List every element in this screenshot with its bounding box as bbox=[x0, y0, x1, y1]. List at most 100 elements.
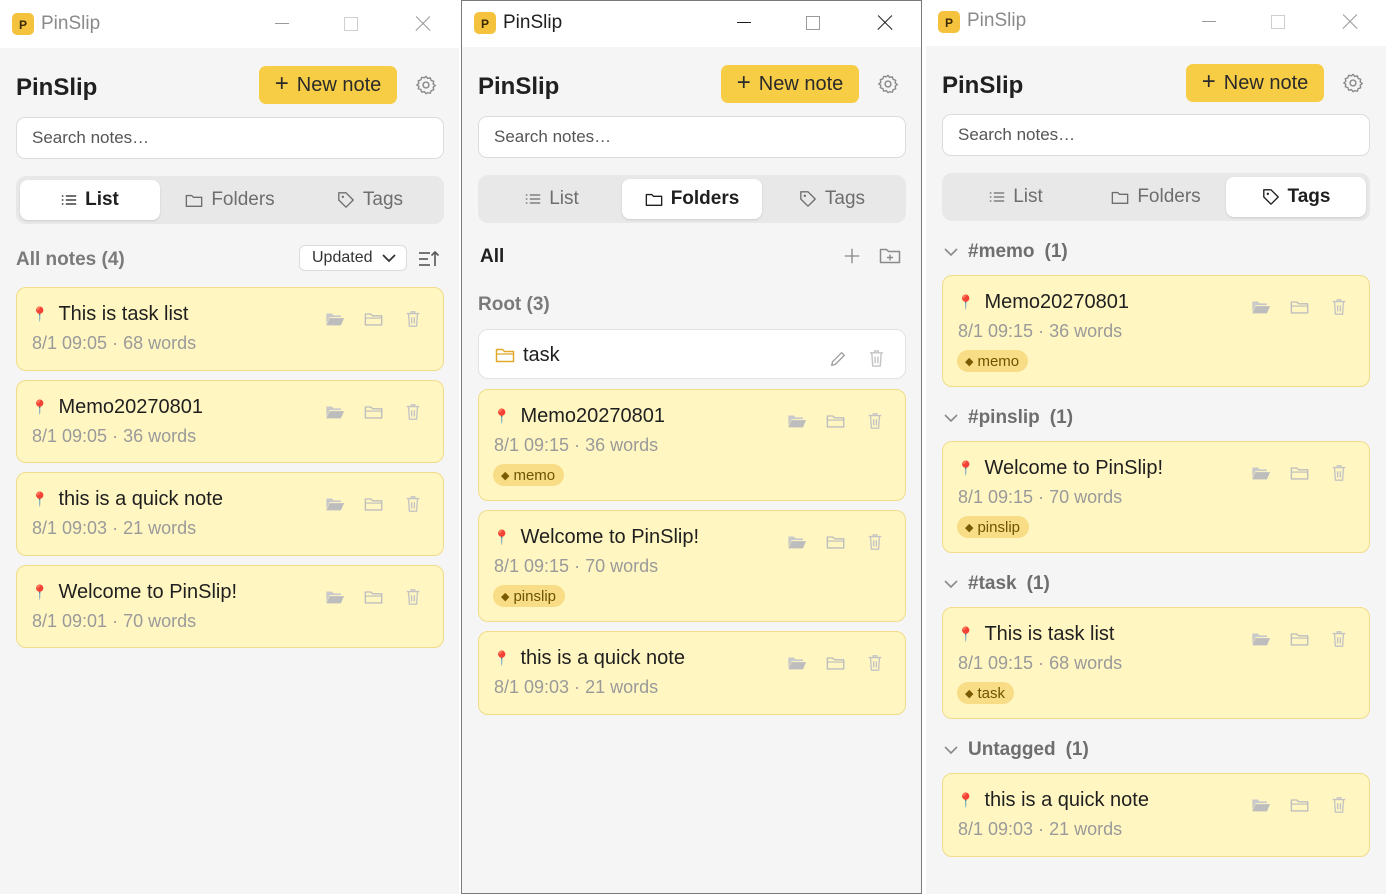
note-card[interactable]: 📍 Welcome to PinSlip! 8/1 09:15 · 70 word… bbox=[942, 441, 1370, 553]
tag-chip[interactable]: ◆ memo bbox=[957, 350, 1029, 372]
open-folder-icon[interactable] bbox=[325, 403, 345, 421]
note-card[interactable]: 📍 Welcome to PinSlip! 8/1 09:01 · 70 word… bbox=[16, 565, 444, 648]
open-folder-icon[interactable] bbox=[1251, 298, 1271, 316]
move-to-folder-icon[interactable] bbox=[1290, 298, 1310, 316]
trash-icon[interactable] bbox=[403, 403, 423, 421]
tab-tags[interactable]: Tags bbox=[300, 180, 440, 220]
tag-group-header[interactable]: #task (1) bbox=[944, 573, 1050, 595]
note-card[interactable]: 📍 Memo20270801 8/1 09:05 · 36 words bbox=[16, 380, 444, 463]
title-bar: P PinSlip bbox=[462, 1, 921, 47]
move-to-folder-icon[interactable] bbox=[364, 588, 384, 606]
trash-icon[interactable] bbox=[403, 588, 423, 606]
move-to-folder-icon[interactable] bbox=[1290, 630, 1310, 648]
maximize-button[interactable] bbox=[1262, 8, 1294, 36]
tag-group-header[interactable]: #pinslip (1) bbox=[944, 407, 1073, 429]
move-to-folder-icon[interactable] bbox=[364, 310, 384, 328]
tab-list[interactable]: List bbox=[946, 177, 1086, 217]
new-note-button[interactable]: + New note bbox=[259, 66, 397, 104]
move-to-folder-icon[interactable] bbox=[826, 654, 846, 672]
pin-icon: 📍 bbox=[493, 408, 511, 424]
app-header: PinSlip + New note bbox=[926, 46, 1386, 114]
note-title-text: Memo20270801 bbox=[984, 291, 1129, 313]
move-to-folder-icon[interactable] bbox=[1290, 796, 1310, 814]
note-title: 📍 this is a quick note bbox=[957, 789, 1149, 812]
minimize-button[interactable] bbox=[729, 9, 761, 37]
note-card[interactable]: 📍 this is a quick note 8/1 09:03 · 21 wor… bbox=[942, 773, 1370, 857]
tab-folders[interactable]: Folders bbox=[1086, 177, 1226, 217]
close-button[interactable] bbox=[869, 9, 901, 37]
note-title: 📍 Welcome to PinSlip! bbox=[957, 457, 1163, 480]
folder-row-task[interactable]: task bbox=[478, 329, 906, 379]
trash-icon[interactable] bbox=[868, 349, 885, 368]
search-input[interactable]: Search notes… bbox=[942, 114, 1370, 156]
trash-icon[interactable] bbox=[865, 654, 885, 672]
tab-tags[interactable]: Tags bbox=[762, 179, 902, 219]
note-title: 📍 Memo20270801 bbox=[957, 291, 1129, 314]
sort-select[interactable]: Updated bbox=[299, 245, 407, 271]
tab-tags[interactable]: Tags bbox=[1226, 177, 1366, 217]
sort-value: Updated bbox=[312, 249, 373, 266]
minimize-button[interactable] bbox=[1194, 8, 1226, 36]
close-button[interactable] bbox=[407, 10, 439, 38]
new-note-button[interactable]: + New note bbox=[721, 65, 859, 103]
trash-icon[interactable] bbox=[403, 495, 423, 513]
tag-group-header[interactable]: Untagged (1) bbox=[944, 739, 1089, 761]
tab-folders[interactable]: Folders bbox=[160, 180, 300, 220]
note-card[interactable]: 📍 Memo20270801 8/1 09:15 · 36 words ◆ memo bbox=[942, 275, 1370, 387]
move-to-folder-icon[interactable] bbox=[1290, 464, 1310, 482]
close-button[interactable] bbox=[1334, 8, 1366, 36]
move-to-folder-icon[interactable] bbox=[364, 403, 384, 421]
open-folder-icon[interactable] bbox=[1251, 630, 1271, 648]
open-folder-icon[interactable] bbox=[787, 654, 807, 672]
open-folder-icon[interactable] bbox=[787, 533, 807, 551]
note-card[interactable]: 📍 Memo20270801 8/1 09:15 · 36 words ◆ memo bbox=[478, 389, 906, 501]
move-to-folder-icon[interactable] bbox=[826, 412, 846, 430]
settings-gear-icon[interactable] bbox=[877, 73, 899, 95]
add-plus-icon[interactable] bbox=[843, 247, 861, 265]
tag-group-header[interactable]: #memo (1) bbox=[944, 241, 1068, 263]
trash-icon[interactable] bbox=[1329, 630, 1349, 648]
open-folder-icon[interactable] bbox=[1251, 796, 1271, 814]
trash-icon[interactable] bbox=[865, 533, 885, 551]
search-input[interactable]: Search notes… bbox=[16, 117, 444, 159]
tag-chip[interactable]: ◆ pinslip bbox=[493, 585, 565, 607]
tag-chip[interactable]: ◆ pinslip bbox=[957, 516, 1029, 538]
move-to-folder-icon[interactable] bbox=[826, 533, 846, 551]
pin-icon: 📍 bbox=[493, 529, 511, 545]
new-folder-icon[interactable] bbox=[879, 247, 901, 265]
minimize-button[interactable] bbox=[267, 10, 299, 38]
open-folder-icon[interactable] bbox=[325, 588, 345, 606]
tag-chip[interactable]: ◆ memo bbox=[493, 464, 565, 486]
tab-list[interactable]: List bbox=[482, 179, 622, 219]
tag-chip[interactable]: ◆ task bbox=[957, 682, 1014, 704]
settings-gear-icon[interactable] bbox=[415, 74, 437, 96]
maximize-button[interactable] bbox=[797, 9, 829, 37]
trash-icon[interactable] bbox=[1329, 796, 1349, 814]
rename-pencil-icon[interactable] bbox=[829, 350, 847, 368]
trash-icon[interactable] bbox=[403, 310, 423, 328]
tab-folders[interactable]: Folders bbox=[622, 179, 762, 219]
note-card[interactable]: 📍 This is task list 8/1 09:05 · 68 words bbox=[16, 287, 444, 371]
note-card[interactable]: 📍 this is a quick note 8/1 09:03 · 21 wor… bbox=[478, 631, 906, 715]
tab-list[interactable]: List bbox=[20, 180, 160, 220]
trash-icon[interactable] bbox=[1329, 298, 1349, 316]
open-folder-icon[interactable] bbox=[325, 310, 345, 328]
trash-icon[interactable] bbox=[865, 412, 885, 430]
move-to-folder-icon[interactable] bbox=[364, 495, 384, 513]
note-card[interactable]: 📍 This is task list 8/1 09:15 · 68 words … bbox=[942, 607, 1370, 719]
note-card[interactable]: 📍 Welcome to PinSlip! 8/1 09:15 · 70 word… bbox=[478, 510, 906, 622]
note-card[interactable]: 📍 this is a quick note 8/1 09:03 · 21 wor… bbox=[16, 472, 444, 556]
folder-name: task bbox=[523, 344, 560, 366]
settings-gear-icon[interactable] bbox=[1342, 72, 1364, 94]
search-input[interactable]: Search notes… bbox=[478, 116, 906, 158]
maximize-button[interactable] bbox=[335, 10, 367, 38]
open-folder-icon[interactable] bbox=[787, 412, 807, 430]
tag-icon: ◆ bbox=[965, 521, 974, 534]
open-folder-icon[interactable] bbox=[1251, 464, 1271, 482]
sort-direction-icon[interactable] bbox=[418, 249, 440, 269]
title-bar: P PinSlip bbox=[0, 0, 459, 48]
trash-icon[interactable] bbox=[1329, 464, 1349, 482]
open-folder-icon[interactable] bbox=[325, 495, 345, 513]
pin-icon: 📍 bbox=[957, 792, 975, 808]
new-note-button[interactable]: + New note bbox=[1186, 64, 1324, 102]
